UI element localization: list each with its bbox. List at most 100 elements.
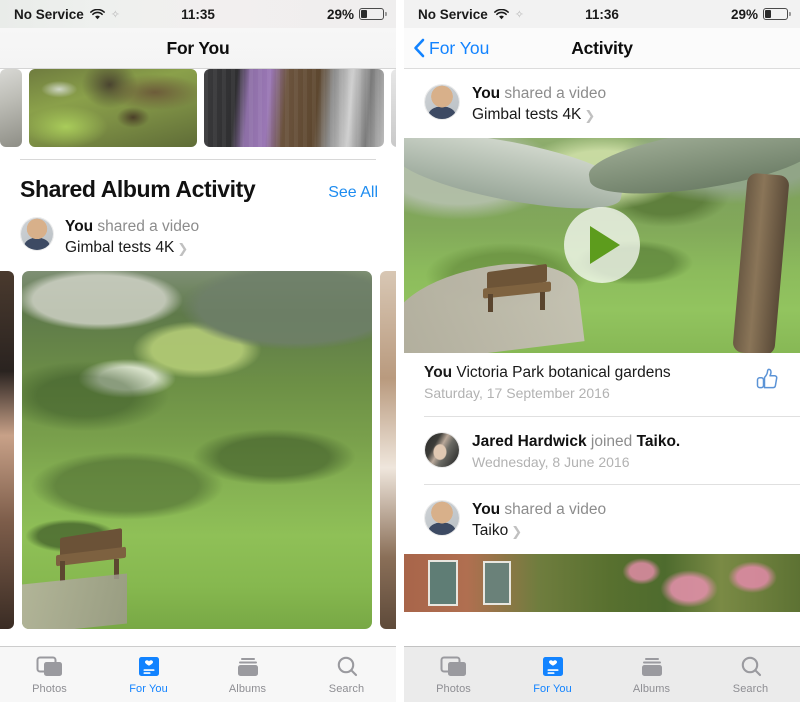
page-title: For You	[166, 37, 230, 58]
avatar	[20, 217, 54, 251]
activity-text: You shared a video Gimbal tests 4K ❯	[472, 84, 606, 125]
page-title: Activity	[571, 37, 633, 58]
activity-row[interactable]: You shared a video Taiko ❯	[404, 485, 800, 554]
avatar	[424, 84, 460, 120]
activity-text: You shared a video Taiko ❯	[472, 500, 606, 541]
tab-for-you[interactable]: For You	[503, 647, 602, 695]
thumbs-up-icon[interactable]	[752, 364, 782, 399]
carousel-sliver-right[interactable]	[380, 270, 396, 629]
sync-icon: ✧	[514, 8, 524, 21]
status-left: No Service ✧	[418, 7, 524, 22]
nav-bar: For You	[0, 28, 396, 69]
play-icon	[590, 226, 620, 265]
photo-thumbnail[interactable]	[204, 69, 384, 147]
caption-date: Saturday, 17 September 2016	[424, 385, 610, 402]
activity-action: shared a video	[93, 218, 200, 235]
carrier-label: No Service	[14, 6, 84, 22]
activity-line-album[interactable]: Taiko ❯	[472, 522, 606, 541]
chevron-right-icon: ❯	[177, 240, 189, 256]
activity-row[interactable]: You shared a video Gimbal tests 4K ❯	[0, 203, 396, 258]
activity-album-name: Gimbal tests 4K	[65, 238, 175, 256]
tab-photos[interactable]: Photos	[0, 647, 99, 695]
media-caption: You Victoria Park botanical gardens Satu…	[404, 353, 800, 416]
albums-icon	[234, 654, 262, 680]
memories-thumb-strip[interactable]	[0, 69, 396, 147]
photo-thumbnail[interactable]	[29, 69, 197, 147]
video-thumbnail[interactable]	[404, 137, 800, 353]
nav-bar: For You Activity	[404, 28, 800, 69]
play-button[interactable]	[564, 207, 640, 284]
chevron-right-icon: ❯	[511, 523, 523, 539]
carousel-sliver-left[interactable]	[0, 270, 14, 629]
tab-for-you[interactable]: For You	[99, 647, 198, 695]
activity-line-actor: You shared a video	[65, 218, 199, 237]
battery-percent-label: 29%	[730, 6, 758, 22]
albums-icon	[638, 654, 666, 680]
for-you-scroll[interactable]: Shared Album Activity See All You shared…	[0, 69, 396, 702]
wifi-icon	[493, 8, 509, 20]
tab-label: Search	[328, 683, 365, 695]
panel-gutter	[396, 0, 404, 702]
caption-actor: You	[424, 363, 453, 381]
activity-action: joined	[586, 433, 637, 451]
photos-icon	[439, 654, 469, 680]
search-icon	[738, 654, 764, 680]
activity-scroll[interactable]: You shared a video Gimbal tests 4K ❯ You…	[404, 69, 800, 702]
activity-date: Wednesday, 8 June 2016	[472, 454, 630, 471]
chevron-left-icon	[413, 38, 425, 58]
back-label: For You	[429, 37, 490, 58]
avatar	[424, 499, 460, 536]
activity-action: shared a video	[500, 500, 607, 518]
activity-line-actor: You shared a video	[472, 501, 606, 520]
tab-bar: Photos For You Albums Search	[404, 646, 800, 702]
photos-icon	[35, 654, 65, 680]
caption-line: You Victoria Park botanical gardens	[424, 364, 742, 383]
sync-icon: ✧	[110, 8, 120, 21]
avatar	[424, 432, 460, 469]
tab-search[interactable]: Search	[297, 647, 396, 695]
activity-line-album[interactable]: Gimbal tests 4K ❯	[65, 239, 199, 258]
tab-label: Photos	[436, 683, 471, 695]
shared-album-activity-header: Shared Album Activity See All	[0, 160, 396, 203]
status-left: No Service ✧	[14, 6, 120, 22]
battery-icon	[763, 8, 791, 20]
for-you-icon	[540, 654, 566, 680]
tab-albums[interactable]: Albums	[602, 647, 701, 695]
caption-title: Victoria Park botanical gardens	[452, 363, 671, 381]
right-screen: No Service ✧ 11:36 29% For You Activity …	[404, 0, 800, 702]
activity-album-name: Gimbal tests 4K	[472, 105, 582, 123]
battery-percent-label: 29%	[326, 6, 354, 22]
caption-text: You Victoria Park botanical gardens Satu…	[424, 364, 742, 402]
see-all-button[interactable]: See All	[328, 184, 378, 202]
activity-text: You shared a video Gimbal tests 4K ❯	[65, 217, 199, 258]
activity-line-actor: You shared a video	[472, 85, 606, 104]
tab-search[interactable]: Search	[701, 647, 800, 695]
tab-label: For You	[533, 683, 572, 695]
activity-row[interactable]: Jared Hardwick joined Taiko. Wednesday, …	[404, 417, 800, 484]
tab-label: For You	[129, 683, 168, 695]
tab-label: Photos	[32, 683, 67, 695]
tab-photos[interactable]: Photos	[404, 647, 503, 695]
status-right: 29%	[326, 6, 387, 22]
search-icon	[334, 654, 360, 680]
shared-photo-carousel[interactable]	[0, 270, 396, 629]
activity-row[interactable]: You shared a video Gimbal tests 4K ❯	[404, 69, 800, 138]
photo-thumbnail[interactable]	[391, 69, 396, 147]
activity-action: shared a video	[500, 85, 607, 102]
back-button[interactable]: For You	[413, 28, 489, 68]
status-right: 29%	[730, 6, 791, 22]
shared-photo[interactable]	[22, 270, 372, 629]
activity-actor: You	[65, 218, 94, 235]
tab-label: Search	[732, 683, 769, 695]
photo-thumbnail[interactable]	[0, 69, 22, 147]
section-title: Shared Album Activity	[20, 176, 256, 202]
status-bar: No Service ✧ 11:35 29%	[0, 0, 396, 28]
wifi-icon	[89, 8, 105, 20]
activity-text: Jared Hardwick joined Taiko. Wednesday, …	[472, 432, 680, 471]
activity-line-actor: Jared Hardwick joined Taiko.	[472, 433, 680, 452]
activity-actor: You	[472, 85, 501, 102]
tab-albums[interactable]: Albums	[198, 647, 297, 695]
tab-label: Albums	[632, 683, 671, 695]
activity-line-album[interactable]: Gimbal tests 4K ❯	[472, 106, 606, 125]
video-thumbnail[interactable]	[404, 553, 800, 612]
